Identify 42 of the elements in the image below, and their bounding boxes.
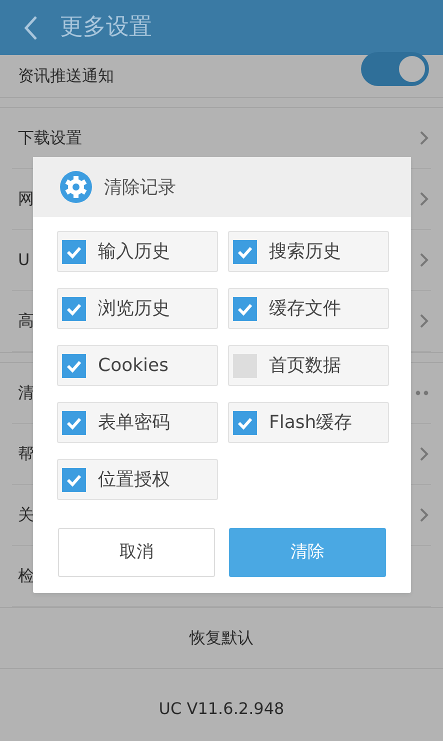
chevron-icon [419,446,429,462]
toggle-switch[interactable] [361,52,429,86]
setting-label: 网 [18,188,34,210]
checkbox[interactable] [62,468,86,492]
checkbox[interactable] [62,296,86,320]
setting-label: 下载设置 [18,127,82,149]
checkbox[interactable] [233,410,257,434]
checkbox-option[interactable]: 缓存文件 [228,288,389,329]
gear-icon [60,171,92,203]
checkbox[interactable] [233,240,257,264]
more-icon [415,390,429,396]
checkbox[interactable] [233,354,257,378]
page-title: 更多设置 [60,13,152,42]
setting-label: 清 [18,382,34,404]
checkbox-option[interactable]: 输入历史 [57,231,218,272]
checkbox-option[interactable]: 表单密码 [57,402,218,443]
restore-defaults-button[interactable]: 恢复默认 [190,626,254,650]
checkbox[interactable] [62,240,86,264]
setting-label: 关 [18,504,34,526]
dialog-title: 清除记录 [104,176,176,200]
checkbox[interactable] [62,354,86,378]
checkbox-option[interactable]: 首页数据 [228,345,389,386]
setting-label: 高 [18,310,34,332]
chevron-icon [419,313,429,329]
setting-label: 检 [18,565,34,587]
checkbox[interactable] [233,296,257,320]
checkbox-option[interactable]: Cookies [57,345,218,386]
chevron-icon [419,252,429,268]
checkbox-option[interactable]: 浏览历史 [57,288,218,329]
chevron-icon [419,130,429,146]
checkbox[interactable] [62,410,86,434]
version-text: UC V11.6.2.948 [158,698,284,720]
checkbox-option[interactable]: 搜索历史 [228,231,389,272]
setting-label: 资讯推送通知 [18,65,114,87]
setting-label: U [18,249,30,271]
setting-label: 帮 [18,443,34,465]
cancel-button[interactable]: 取消 [58,528,215,577]
chevron-icon [419,507,429,523]
checkbox-option[interactable]: 位置授权 [57,459,218,500]
back-icon[interactable] [24,14,38,40]
checkbox-option[interactable]: Flash缓存 [228,402,389,443]
chevron-icon [419,191,429,207]
